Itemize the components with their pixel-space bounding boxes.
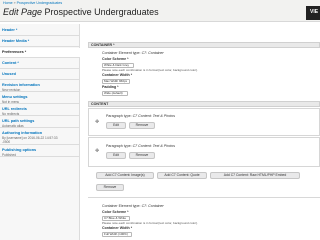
add-image-content-button[interactable]: Add C7 Content: Image(s) [96,172,154,179]
tab-summary: Automatic alias [2,124,24,128]
tab-unused[interactable]: Unused [0,70,80,80]
container-element-type-label: Container Element type: [102,204,141,208]
main-content: CONTAINER * Container Element type: C7: … [88,40,320,240]
page-title: Edit Page Prospective Undergraduates [3,6,159,18]
container-element-type-label: Container Element type: [102,51,141,55]
tab-url-redirects[interactable]: URL redirects No redirects [0,105,80,116]
tab-summary: Not in menu [2,100,20,104]
tab-revision-information[interactable]: Revision information New revision [0,81,80,92]
container-section-header: CONTAINER * [88,42,320,48]
tab-menu-settings[interactable]: Menu settings Not in menu [0,93,80,104]
color-scheme-label: Color Scheme * [102,210,129,214]
container-element-type: Container Element type: C7: Container [102,51,164,56]
tab-publishing-options[interactable]: Publishing options Published [0,146,80,157]
remove-button[interactable]: Remove [129,122,155,129]
remove-container-button[interactable]: Remove [96,184,124,191]
add-raw-html-content-button[interactable]: Add C7 Content: Raw HTML/PHP Embed [210,172,300,179]
page-title-text: Prospective Undergraduates [44,7,159,17]
tab-content[interactable]: Content * [0,59,80,69]
page-title-verb: Edit Page [3,7,43,17]
container-width-select[interactable]: Full Width (100%) [102,232,132,237]
edit-button[interactable]: Edit [106,122,126,129]
tab-title: Unused [2,72,16,76]
tab-summary: Published [2,153,16,157]
paragraph-type-value: C7 Content: Text & Photos [132,114,175,118]
paragraph-item: ✥ Paragraph type: C7 Content: Text & Pho… [88,108,320,136]
tab-preferences[interactable]: Preferences * [0,48,80,58]
add-quote-content-button[interactable]: Add C7 Content: Quote [157,172,207,179]
tab-summary: By [username] on 2016-06-22 14:57:33 -05… [2,136,58,144]
tab-url-path-settings[interactable]: URL path settings Automatic alias [0,117,80,128]
tab-summary: No redirects [2,112,20,116]
paragraph-type: Paragraph type: C7 Content: Text & Photo… [106,144,175,149]
breadcrumb-home[interactable]: Home [3,1,13,5]
paragraph-type: Paragraph type: C7 Content: Text & Photo… [106,114,175,119]
remove-button[interactable]: Remove [129,152,155,159]
color-scheme-label: Color Scheme * [102,57,129,61]
container-width-select[interactable]: Max Width 960px [102,79,130,84]
tab-title: Content * [2,61,19,65]
tab-title: Header Media * [2,39,30,43]
paragraph-type-value: C7 Content: Text & Photos [132,144,175,148]
tab-title: Preferences * [2,50,27,54]
tab-authoring-information[interactable]: Authoring information By [username] on 2… [0,129,80,145]
view-button[interactable]: VIE [306,6,320,20]
page-header: Home » Prospective Undergraduates Edit P… [0,0,320,22]
tab-header-media[interactable]: Header Media * [0,37,80,47]
container-width-label: Container Width * [102,226,133,230]
drag-handle-icon[interactable]: ✥ [95,149,99,154]
container-element-type: Container Element type: C7: Container [102,204,164,209]
padding-label: Padding * [102,85,119,89]
paragraph-item: ✥ Paragraph type: C7 Content: Text & Pho… [88,137,320,167]
container-element-type-value: C7: Container [141,51,164,55]
section-divider [88,197,320,198]
breadcrumb-separator: » [13,1,16,5]
tab-header[interactable]: Header * [0,26,80,36]
container-element-type-value: C7: Container [141,204,164,208]
edit-button[interactable]: Edit [106,152,126,159]
container-width-label: Container Width * [102,73,133,77]
padding-select[interactable]: Wide (default) [102,91,128,96]
content-section-header: CONTENT [88,101,320,107]
vertical-tabs-sidebar: Header * Header Media * Preferences * Co… [0,24,80,240]
tab-summary: New revision [2,88,21,92]
paragraph-type-label: Paragraph type: [106,144,132,148]
drag-handle-icon[interactable]: ✥ [95,120,99,125]
tab-title: Header * [2,28,18,32]
breadcrumb-current[interactable]: Prospective Undergraduates [17,1,63,5]
paragraph-type-label: Paragraph type: [106,114,132,118]
